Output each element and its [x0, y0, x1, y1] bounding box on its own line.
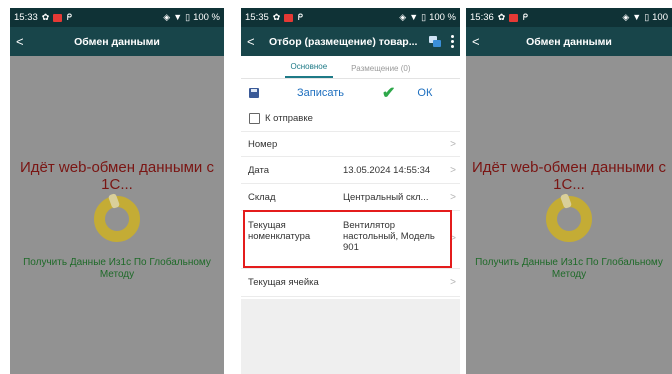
- screen-exchange-1: 15:33 ✿ ᑭ ◈ ▼ ▯ 100 % < Обмен данными Ид…: [10, 8, 224, 374]
- empty-area: [241, 299, 460, 374]
- location-icon: ᑭ: [297, 12, 303, 22]
- sync-icon: ◈: [622, 12, 630, 22]
- back-arrow-icon[interactable]: <: [16, 34, 34, 49]
- field-cell-label: Текущая ячейка: [248, 277, 319, 288]
- tab-bar: Основное Размещение (0): [241, 56, 460, 79]
- location-icon: ᑭ: [522, 12, 528, 22]
- more-vert-icon[interactable]: [451, 35, 454, 48]
- notification-icon: [53, 13, 63, 22]
- chevron-right-icon: >: [450, 277, 456, 288]
- save-disk-icon[interactable]: [249, 87, 259, 98]
- checkmark-icon[interactable]: ✔: [382, 83, 395, 103]
- loading-overlay: Идёт web-обмен данными с 1С... Получить …: [10, 56, 224, 374]
- chevron-right-icon: >: [450, 191, 456, 203]
- field-number[interactable]: Номер >: [241, 132, 460, 157]
- sync-icon: ◈: [163, 12, 171, 22]
- field-date[interactable]: Дата 13.05.2024 14:55:34 >: [241, 157, 460, 184]
- send-checkbox[interactable]: [249, 113, 260, 124]
- exchange-message: Идёт web-обмен данными с 1С...: [472, 159, 666, 193]
- field-warehouse[interactable]: Склад Центральный скл... >: [241, 184, 460, 211]
- tab-main[interactable]: Основное: [284, 62, 334, 78]
- screen-exchange-2: 15:36 ✿ ᑭ ◈ ▼ ▯ 100 < Обмен данными Идёт…: [466, 8, 672, 374]
- exchange-message: Идёт web-обмен данными с 1С...: [20, 159, 214, 193]
- form-toolbar: Записать ✔ ОК: [241, 79, 460, 106]
- status-time: 15:36: [470, 12, 494, 23]
- loading-overlay: Идёт web-обмен данными с 1С... Получить …: [466, 56, 672, 374]
- settings-icon: ✿: [41, 12, 50, 22]
- highlight-box: [243, 210, 452, 268]
- screen-document-form: 15:35 ✿ ᑭ ◈ ▼ ▯ 100 % < Отбор (размещени…: [241, 8, 460, 374]
- wifi-icon: ▼: [632, 12, 642, 22]
- app-bar: < Отбор (размещение) товар...: [241, 27, 460, 56]
- status-time: 15:35: [245, 12, 269, 23]
- settings-icon: ✿: [272, 12, 281, 22]
- exchange-method: Получить Данные Из1с По Глобальному Мето…: [23, 257, 211, 280]
- battery-icon: ▯: [421, 12, 427, 22]
- send-checkbox-label: К отправке: [265, 113, 313, 124]
- status-bar: 15:35 ✿ ᑭ ◈ ▼ ▯ 100 %: [241, 8, 460, 27]
- back-arrow-icon[interactable]: <: [247, 34, 265, 49]
- ok-button[interactable]: ОК: [417, 87, 432, 99]
- wifi-icon: ▼: [409, 12, 419, 22]
- battery-level: 100: [652, 12, 668, 23]
- spinner-icon: [546, 196, 592, 242]
- status-time: 15:33: [14, 12, 38, 23]
- chevron-right-icon: >: [450, 164, 456, 176]
- copy-icon[interactable]: [429, 36, 441, 47]
- notification-icon: [284, 13, 294, 22]
- status-bar: 15:33 ✿ ᑭ ◈ ▼ ▯ 100 %: [10, 8, 224, 27]
- battery-icon: ▯: [185, 12, 191, 22]
- page-title: Отбор (размещение) товар...: [269, 35, 418, 48]
- field-number-label: Номер: [248, 138, 278, 150]
- field-date-value: 13.05.2024 14:55:34: [343, 164, 431, 176]
- battery-level: 100 %: [429, 12, 456, 23]
- field-warehouse-label: Склад: [248, 191, 276, 203]
- status-bar: 15:36 ✿ ᑭ ◈ ▼ ▯ 100: [466, 8, 672, 27]
- field-date-label: Дата: [248, 164, 270, 176]
- tab-placement[interactable]: Размещение (0): [345, 64, 416, 78]
- location-icon: ᑭ: [66, 12, 72, 22]
- wifi-icon: ▼: [173, 12, 183, 22]
- page-title: Обмен данными: [74, 35, 160, 48]
- battery-icon: ▯: [644, 12, 650, 22]
- chevron-right-icon: >: [450, 138, 456, 150]
- back-arrow-icon[interactable]: <: [472, 34, 490, 49]
- save-button[interactable]: Записать: [297, 87, 344, 99]
- app-bar: < Обмен данными: [466, 27, 672, 56]
- battery-level: 100 %: [193, 12, 220, 23]
- field-warehouse-value: Центральный скл...: [343, 191, 429, 203]
- app-bar: < Обмен данными: [10, 27, 224, 56]
- spinner-icon: [94, 196, 140, 242]
- sync-icon: ◈: [399, 12, 407, 22]
- send-checkbox-row[interactable]: К отправке: [241, 106, 460, 132]
- page-title: Обмен данными: [526, 35, 612, 48]
- exchange-method: Получить Данные Из1с По Глобальному Мето…: [475, 257, 663, 280]
- notification-icon: [509, 13, 519, 22]
- field-cell[interactable]: Текущая ячейка >: [241, 269, 460, 297]
- settings-icon: ✿: [497, 12, 506, 22]
